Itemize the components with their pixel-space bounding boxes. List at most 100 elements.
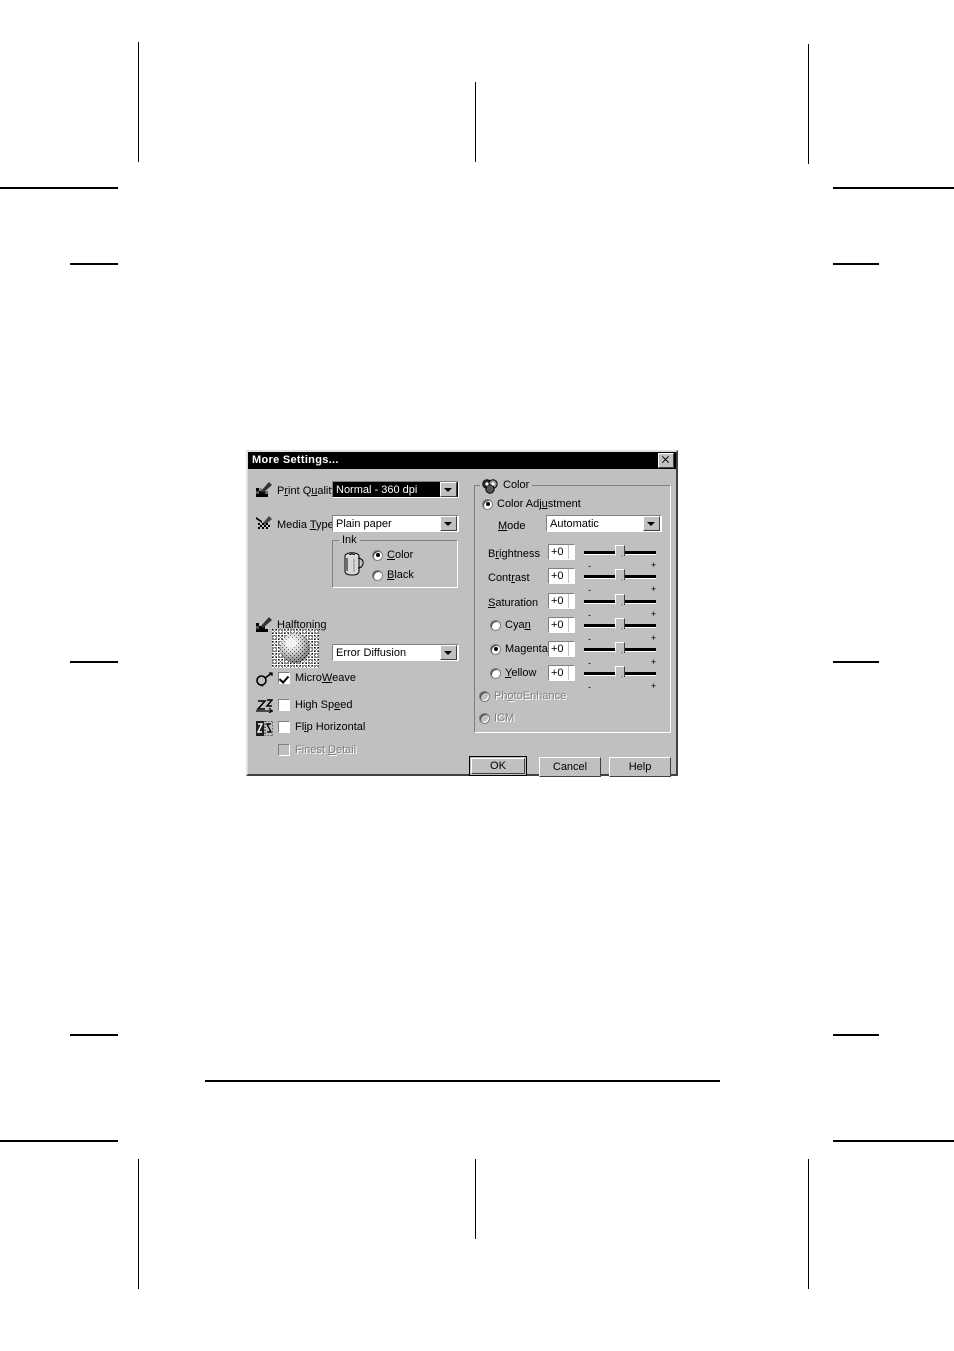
flip-horizontal-checkbox[interactable]: Flip Horizontal [278,721,365,733]
yellow-label: Yellow [505,667,537,679]
color-group-label: Color [500,480,533,491]
finest-detail-label: Finest Detail [295,744,357,756]
crop-mark-vertical-right-bottom [808,1159,809,1289]
high-speed-checkbox[interactable]: High Speed [278,699,353,711]
media-type-label: Media Type [277,519,334,531]
ink-group-label: Ink [339,535,360,546]
icm-label: ICM [494,712,515,724]
print-quality-dropdown[interactable]: Normal - 360 dpi [332,481,459,498]
ink-option-black[interactable]: Black [372,569,414,581]
brightness-label: Brightness [488,548,540,560]
flip-horizontal-label: Flip Horizontal [295,721,366,733]
brightness-slider[interactable]: - + [584,545,656,571]
mode-dropdown[interactable]: Automatic [546,515,662,532]
radio-dot-icon [479,712,490,724]
saturation-label: Saturation [488,597,539,609]
ink-bottle-icon [344,552,364,576]
halftoning-dropdown[interactable]: Error Diffusion [332,644,459,661]
crop-mark-vertical-center-bottom [475,1159,476,1239]
checkbox-icon [278,744,290,756]
chevron-down-icon[interactable] [440,482,457,497]
radio-dot-icon [490,619,501,631]
icm-radio[interactable]: ICM [479,712,514,724]
crop-mark-vertical-left-bottom [138,1159,139,1289]
slider-minus-label: - [588,682,591,692]
dialog-title: More Settings... [252,454,339,466]
crop-mark-horizontal-right-bottom [833,1140,954,1142]
slider-thumb[interactable] [615,594,625,611]
mode-label: Mode [498,520,526,532]
finest-detail-checkbox[interactable]: Finest Detail [278,744,356,756]
cyan-label: Cyan [505,619,531,631]
slider-plus-label: + [651,681,657,691]
crop-mark-horizontal-right-mid [833,263,879,265]
contrast-value-field[interactable]: +0 [548,568,575,584]
cyan-slider[interactable]: - + [584,618,656,644]
microweave-checkbox[interactable]: MicroWeave [278,672,356,684]
microweave-label: MicroWeave [295,672,356,684]
flip-horizontal-icon [256,721,273,736]
ok-button-label: OK [490,760,506,772]
radio-dot-icon [490,643,501,655]
dialog-body: Print Quality Normal - 360 dpi Media Typ… [248,469,676,777]
yellow-slider[interactable]: - + [584,666,657,692]
slider-thumb[interactable] [615,618,625,635]
microweave-icon [256,672,273,687]
print-quality-label: Print Quality [277,485,337,497]
chevron-down-icon[interactable] [643,516,660,531]
print-quality-value: Normal - 360 dpi [336,483,418,496]
slider-thumb[interactable] [615,545,625,562]
dialog-titlebar[interactable]: More Settings... [248,452,676,469]
contrast-label: Contrast [488,572,530,584]
crop-mark-horizontal-right-upper [833,187,954,189]
ink-option-black-label: Black [387,569,414,581]
cancel-button[interactable]: Cancel [539,757,601,777]
chevron-down-icon[interactable] [440,645,457,660]
saturation-slider[interactable]: - + [584,594,656,620]
color-adjustment-radio[interactable]: Color Adjustment [482,498,581,510]
slider-thumb[interactable] [615,642,625,659]
color-circles-icon [480,479,500,494]
checkbox-icon [278,699,290,711]
ok-button[interactable]: OK [469,756,527,776]
saturation-value-field[interactable]: +0 [548,593,575,609]
crop-mark-horizontal-left-mid [70,263,118,265]
cancel-button-label: Cancel [552,761,588,773]
slider-plus-label: + [651,584,657,594]
halftoning-icon [272,629,319,668]
radio-dot-icon [482,498,493,510]
halftoning-value: Error Diffusion [336,646,407,659]
media-type-icon [256,516,272,529]
crop-mark-horizontal-left-center [70,661,118,663]
mode-value: Automatic [550,517,599,530]
photoenhance-radio[interactable]: PhotoEnhance [479,690,566,702]
photoenhance-label: PhotoEnhance [494,690,567,702]
crop-mark-vertical-right-top [808,44,809,164]
cyan-value-field[interactable]: +0 [548,617,575,633]
print-quality-icon [256,482,272,497]
page-footer-rule [205,1080,720,1082]
media-type-dropdown[interactable]: Plain paper [332,515,459,532]
cyan-radio[interactable]: Cyan [490,619,531,631]
checkbox-icon [278,721,290,733]
crop-mark-horizontal-left-bottom [0,1140,118,1142]
ink-option-color[interactable]: Color [372,549,413,561]
close-icon[interactable] [658,453,674,468]
chevron-down-icon[interactable] [440,516,457,531]
help-button[interactable]: Help [609,757,671,777]
high-speed-label: High Speed [295,699,353,711]
radio-dot-icon [372,549,383,561]
checkbox-icon [278,672,290,684]
media-type-value: Plain paper [336,517,392,530]
slider-thumb[interactable] [615,569,625,586]
magenta-slider[interactable]: - + [584,642,656,668]
yellow-radio[interactable]: Yellow [490,667,536,679]
brightness-value-field[interactable]: +0 [548,544,575,560]
radio-dot-icon [490,667,501,679]
slider-thumb[interactable] [615,666,625,683]
crop-mark-horizontal-right-lower [833,1034,879,1036]
magenta-value-field[interactable]: +0 [548,641,575,657]
magenta-radio[interactable]: Magenta [490,643,548,655]
contrast-slider[interactable]: - + [584,569,657,595]
yellow-value-field[interactable]: +0 [548,665,575,681]
